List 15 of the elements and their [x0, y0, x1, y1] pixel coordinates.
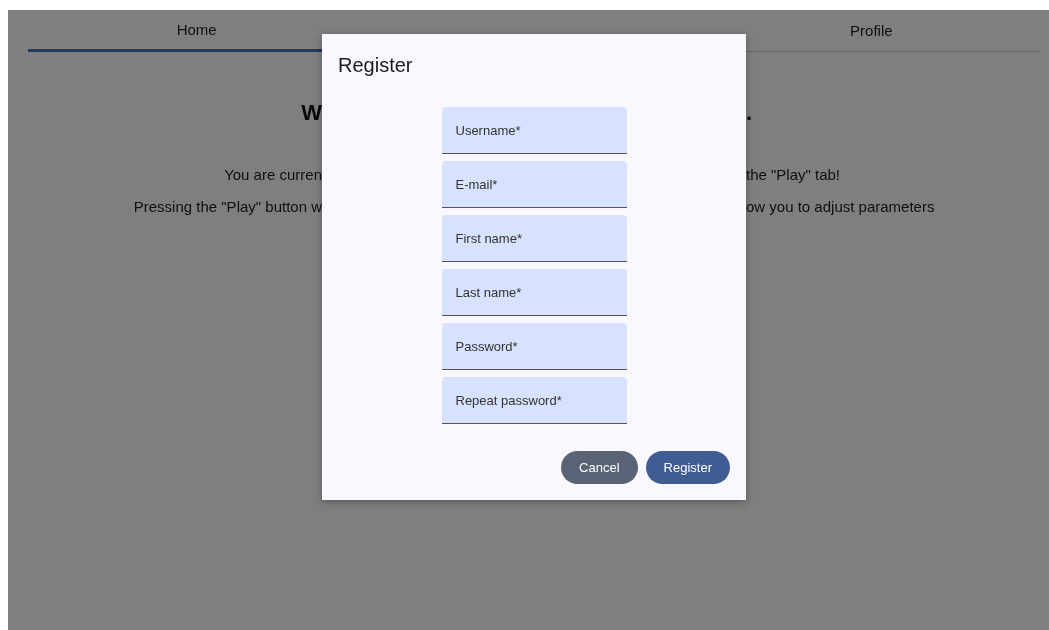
dialog-title: Register	[338, 54, 413, 77]
register-button[interactable]: Register	[645, 451, 730, 484]
paragraph-text: You are curren	[224, 166, 322, 183]
paragraph-text: Pressing the "Play" button w	[133, 198, 322, 215]
input-field[interactable]: Repeat password*	[441, 377, 627, 424]
input-field[interactable]: First name*	[441, 215, 627, 262]
input-field[interactable]: Password*	[441, 323, 627, 370]
heading: W	[301, 100, 322, 125]
input-field[interactable]: E-mail*	[441, 161, 627, 208]
input-field[interactable]: Last name*	[441, 269, 627, 316]
cancel-button[interactable]: Cancel	[561, 451, 638, 484]
paragraph-text: the "Play" tab!	[746, 166, 841, 183]
paragraph-text: ow you to adjust parameters	[746, 198, 935, 215]
heading: .	[746, 100, 753, 125]
input-field[interactable]: Username*	[441, 107, 627, 154]
